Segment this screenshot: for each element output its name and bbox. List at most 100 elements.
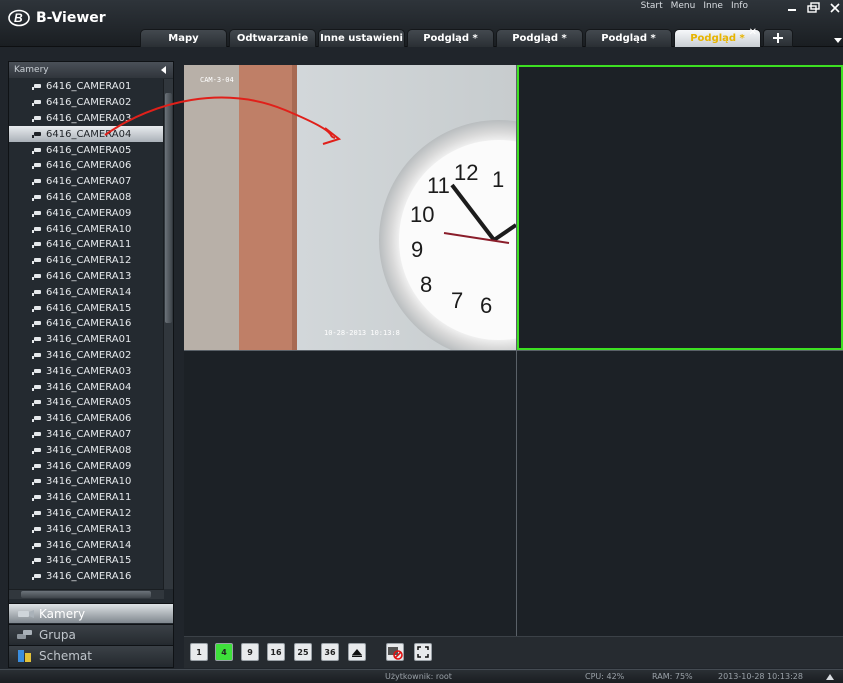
status-user: Użytkownik: root	[385, 672, 452, 681]
tree-vertical-scrollbar[interactable]	[163, 79, 173, 589]
camera-tree-item[interactable]: 6416_CAMERA15	[9, 300, 164, 316]
app-logo-icon: B	[8, 9, 30, 27]
drag-arrow-annotation	[104, 96, 342, 145]
camera-icon	[32, 368, 41, 375]
layout-up-button[interactable]	[348, 643, 366, 661]
camera-tree-item[interactable]: 3416_CAMERA04	[9, 379, 164, 395]
camera-icon	[32, 337, 41, 344]
stop-preview-button[interactable]	[386, 643, 404, 661]
title-bar: B B-Viewer Start Menu Inne Info Mapy Odt…	[0, 0, 843, 47]
camera-label: 3416_CAMERA07	[46, 428, 132, 440]
camera-icon	[32, 163, 41, 170]
video-pane-2-selected[interactable]	[517, 65, 843, 350]
camera-tree-item[interactable]: 3416_CAMERA07	[9, 427, 164, 443]
camera-tree-item[interactable]: 3416_CAMERA08	[9, 442, 164, 458]
layout-1-button[interactable]: 1	[190, 643, 208, 661]
layout-36-button[interactable]: 36	[321, 643, 339, 661]
video-pane-3[interactable]	[184, 351, 516, 636]
camera-icon	[32, 131, 41, 138]
tab-odtwarzanie[interactable]: Odtwarzanie	[229, 29, 316, 47]
layout-4-button[interactable]: 4	[215, 643, 233, 661]
scrollbar-thumb[interactable]	[21, 591, 151, 598]
camera-tree-item[interactable]: 6416_CAMERA16	[9, 316, 164, 332]
camera-tree-item[interactable]: 6416_CAMERA13	[9, 269, 164, 285]
video-grid: 12 1 11 10 9 8 76 CAM-3-04 10-28-2013 10:13…	[184, 65, 843, 636]
camera-label: 3416_CAMERA12	[46, 507, 132, 519]
camera-tree-item[interactable]: 6416_CAMERA14	[9, 284, 164, 300]
camera-label: 6416_CAMERA10	[46, 223, 132, 235]
nav-schemat[interactable]: Schemat	[9, 645, 173, 665]
status-ram: RAM: 75%	[652, 672, 693, 681]
camera-label: 3416_CAMERA03	[46, 365, 132, 377]
camera-label: 3416_CAMERA15	[46, 555, 132, 567]
close-icon[interactable]	[825, 0, 843, 18]
camera-icon	[32, 431, 41, 438]
minimize-icon[interactable]	[782, 0, 802, 18]
tab-podglad-active[interactable]: Podgląd * ✕	[674, 27, 761, 47]
tab-scroll-arrow-icon[interactable]	[833, 35, 843, 45]
camera-tree-item[interactable]: 6416_CAMERA09	[9, 205, 164, 221]
osd-camera-name: CAM-3-04	[200, 76, 234, 84]
plus-icon	[773, 33, 783, 43]
collapse-sidebar-icon[interactable]	[160, 66, 168, 74]
tab-podglad-3[interactable]: Podgląd *	[585, 29, 672, 47]
camera-label: 3416_CAMERA08	[46, 444, 132, 456]
tab-podglad-1[interactable]: Podgląd *	[407, 29, 494, 47]
camera-label: 3416_CAMERA06	[46, 413, 132, 425]
camera-tree-item[interactable]: 3416_CAMERA14	[9, 537, 164, 553]
camera-tree-item[interactable]: 3416_CAMERA09	[9, 458, 164, 474]
camera-tree-item[interactable]: 3416_CAMERA02	[9, 348, 164, 364]
camera-tree-item[interactable]: 3416_CAMERA11	[9, 490, 164, 506]
camera-label: 3416_CAMERA11	[46, 492, 132, 504]
tab-close-icon[interactable]: ✕	[749, 27, 757, 38]
camera-label: 6416_CAMERA16	[46, 318, 132, 330]
camera-tree-item[interactable]: 3416_CAMERA03	[9, 363, 164, 379]
nav-label: Grupa	[39, 627, 76, 642]
camera-tree-item[interactable]: 3416_CAMERA06	[9, 411, 164, 427]
camera-label: 6416_CAMERA12	[46, 255, 132, 267]
video-pane-4[interactable]	[517, 351, 843, 636]
menu-start[interactable]: Start	[641, 1, 663, 11]
camera-icon	[32, 510, 41, 517]
tab-podglad-2[interactable]: Podgląd *	[496, 29, 583, 47]
tab-label: Odtwarzanie	[236, 33, 309, 44]
camera-tree-item[interactable]: 3416_CAMERA15	[9, 553, 164, 569]
nav-grupa[interactable]: Grupa	[9, 624, 173, 644]
sidebar-header-label: Kamery	[14, 65, 49, 75]
layout-25-button[interactable]: 25	[294, 643, 312, 661]
camera-tree-item[interactable]: 3416_CAMERA16	[9, 569, 164, 585]
camera-tree-item[interactable]: 3416_CAMERA13	[9, 521, 164, 537]
add-tab-button[interactable]	[763, 29, 793, 47]
status-datetime: 2013-10-28 10:13:28	[718, 672, 803, 681]
fullscreen-button[interactable]	[414, 643, 432, 661]
camera-tree-item[interactable]: 6416_CAMERA12	[9, 253, 164, 269]
camera-icon	[32, 352, 41, 359]
menu-menu[interactable]: Menu	[671, 1, 696, 11]
svg-text:B: B	[14, 11, 23, 25]
camera-tree-item[interactable]: 3416_CAMERA01	[9, 332, 164, 348]
tab-mapy[interactable]: Mapy	[140, 29, 227, 47]
layout-16-button[interactable]: 16	[267, 643, 285, 661]
camera-icon	[32, 84, 41, 91]
menu-info[interactable]: Info	[731, 1, 748, 11]
camera-tree-item[interactable]: 6416_CAMERA10	[9, 221, 164, 237]
tab-label: Mapy	[168, 33, 199, 44]
svg-text:10: 10	[410, 202, 434, 227]
status-bar: Użytkownik: root CPU: 42% RAM: 75% 2013-…	[0, 669, 843, 683]
status-expand-icon[interactable]	[825, 673, 835, 681]
layout-9-button[interactable]: 9	[241, 643, 259, 661]
tree-horizontal-scrollbar[interactable]	[9, 589, 164, 599]
camera-tree-item[interactable]: 6416_CAMERA07	[9, 174, 164, 190]
menu-inne[interactable]: Inne	[703, 1, 723, 11]
camera-icon	[32, 242, 41, 249]
camera-tree-item[interactable]: 3416_CAMERA10	[9, 474, 164, 490]
tab-inne-ustawienia[interactable]: Inne ustawieni	[318, 29, 405, 47]
camera-tree-item[interactable]: 6416_CAMERA06	[9, 158, 164, 174]
camera-tree-item[interactable]: 6416_CAMERA08	[9, 190, 164, 206]
camera-tree-item[interactable]: 3416_CAMERA05	[9, 395, 164, 411]
svg-text:8: 8	[420, 272, 432, 297]
nav-kamery[interactable]: Kamery	[9, 603, 173, 623]
camera-tree-item[interactable]: 6416_CAMERA11	[9, 237, 164, 253]
camera-tree-item[interactable]: 3416_CAMERA12	[9, 506, 164, 522]
restore-icon[interactable]	[803, 0, 823, 18]
